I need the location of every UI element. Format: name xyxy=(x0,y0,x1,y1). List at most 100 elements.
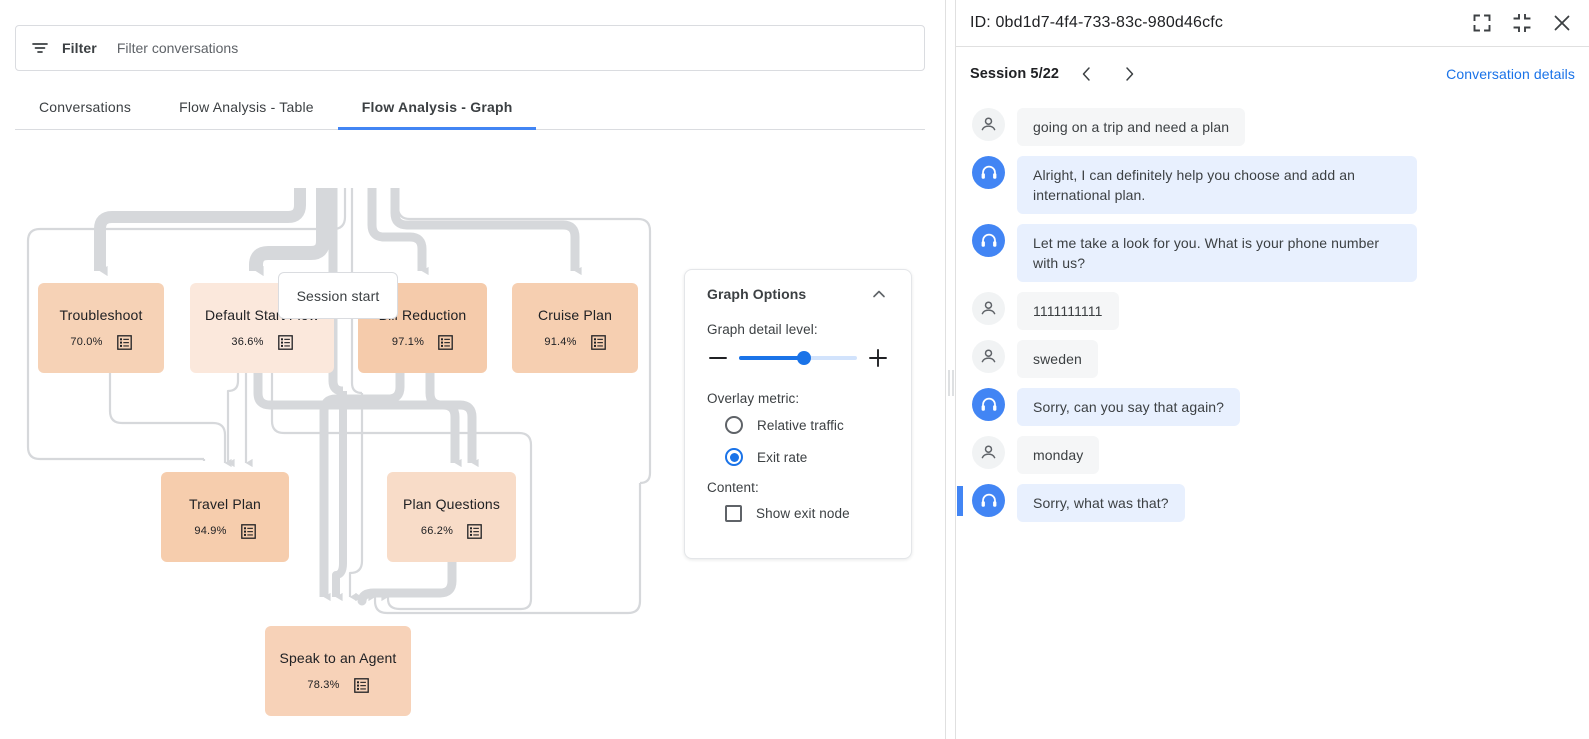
agent-avatar-icon xyxy=(972,224,1005,257)
agent-avatar-icon xyxy=(972,484,1005,517)
message-row-highlighted: Sorry, what was that? xyxy=(956,484,1589,522)
node-title: Speak to an Agent xyxy=(280,650,397,666)
expand-icon[interactable] xyxy=(1469,10,1495,36)
node-details-icon[interactable] xyxy=(117,335,132,350)
node-meta: 36.6% xyxy=(231,335,292,350)
minus-icon[interactable] xyxy=(707,347,729,369)
tab-bar: Conversations Flow Analysis - Table Flow… xyxy=(15,88,925,130)
graph-node-plan-questions[interactable]: Plan Questions 66.2% xyxy=(387,472,516,562)
flow-analysis-page: Filter Conversations Flow Analysis - Tab… xyxy=(0,0,1589,739)
node-exit-rate: 97.1% xyxy=(392,336,424,348)
agent-avatar-icon xyxy=(972,388,1005,421)
collapse-icon[interactable] xyxy=(1509,10,1535,36)
node-details-icon[interactable] xyxy=(278,335,293,350)
radio-exit-rate[interactable]: Exit rate xyxy=(725,448,889,466)
overlay-metric-label: Overlay metric: xyxy=(707,391,889,406)
node-meta: 66.2% xyxy=(421,524,482,539)
content-label: Content: xyxy=(707,480,889,495)
filter-bar[interactable]: Filter xyxy=(15,25,925,71)
node-meta: 91.4% xyxy=(544,335,605,350)
filter-label: Filter xyxy=(62,40,97,56)
radio-icon xyxy=(725,448,743,466)
detail-level-control xyxy=(707,347,889,369)
node-title: Cruise Plan xyxy=(538,307,612,323)
node-meta: 78.3% xyxy=(307,678,368,693)
close-icon[interactable] xyxy=(1549,10,1575,36)
message-list: going on a trip and need a plan Alright,… xyxy=(956,100,1589,522)
conversation-details-link[interactable]: Conversation details xyxy=(1446,66,1575,82)
node-exit-rate: 36.6% xyxy=(231,336,263,348)
radio-label: Relative traffic xyxy=(757,418,844,433)
tab-flow-analysis-table[interactable]: Flow Analysis - Table xyxy=(155,88,338,130)
graph-node-travel-plan[interactable]: Travel Plan 94.9% xyxy=(161,472,289,562)
detail-level-slider[interactable] xyxy=(739,356,857,360)
checkbox-show-exit-node[interactable]: Show exit node xyxy=(725,505,889,522)
checkbox-label: Show exit node xyxy=(756,506,850,521)
message-bubble: 1111111111 xyxy=(1017,292,1119,330)
radio-relative-traffic[interactable]: Relative traffic xyxy=(725,416,889,434)
user-avatar-icon xyxy=(972,292,1005,325)
graph-canvas[interactable]: Session start Troubleshoot 70.0% xyxy=(0,131,945,739)
chevron-left-icon[interactable] xyxy=(1073,60,1101,88)
node-title: Troubleshoot xyxy=(60,307,143,323)
graph-node-speak-to-an-agent[interactable]: Speak to an Agent 78.3% xyxy=(265,626,411,716)
message-bubble: monday xyxy=(1017,436,1099,474)
radio-label: Exit rate xyxy=(757,450,807,465)
graph-node-troubleshoot[interactable]: Troubleshoot 70.0% xyxy=(38,283,164,373)
node-title: Travel Plan xyxy=(189,496,261,512)
graph-node-session-start[interactable]: Session start xyxy=(278,272,398,319)
splitter-grip-icon[interactable] xyxy=(947,370,954,396)
node-meta: 70.0% xyxy=(70,335,131,350)
message-bubble: Let me take a look for you. What is your… xyxy=(1017,224,1417,282)
conversation-header: ID: 0bd1d7-4f4-733-83c-980d46cfc xyxy=(956,0,1589,47)
node-exit-rate: 70.0% xyxy=(70,336,102,348)
pane-splitter[interactable] xyxy=(945,0,956,739)
left-pane: Filter Conversations Flow Analysis - Tab… xyxy=(0,0,945,739)
filter-input[interactable] xyxy=(115,26,910,70)
node-exit-rate: 94.9% xyxy=(194,525,226,537)
message-row: going on a trip and need a plan xyxy=(956,108,1589,146)
user-avatar-icon xyxy=(972,340,1005,373)
message-row: Let me take a look for you. What is your… xyxy=(956,224,1589,282)
message-row: sweden xyxy=(956,340,1589,378)
filter-list-icon xyxy=(30,38,50,58)
conversation-id: ID: 0bd1d7-4f4-733-83c-980d46cfc xyxy=(970,14,1455,32)
graph-node-cruise-plan[interactable]: Cruise Plan 91.4% xyxy=(512,283,638,373)
node-meta: 97.1% xyxy=(392,335,453,350)
node-details-icon[interactable] xyxy=(241,524,256,539)
message-bubble: going on a trip and need a plan xyxy=(1017,108,1245,146)
conversation-pane: ID: 0bd1d7-4f4-733-83c-980d46cfc xyxy=(956,0,1589,739)
node-details-icon[interactable] xyxy=(591,335,606,350)
tab-flow-analysis-graph[interactable]: Flow Analysis - Graph xyxy=(338,88,537,130)
node-exit-rate: 91.4% xyxy=(544,336,576,348)
chevron-up-icon[interactable] xyxy=(869,284,889,304)
node-meta: 94.9% xyxy=(194,524,255,539)
detail-level-label: Graph detail level: xyxy=(707,322,889,337)
agent-avatar-icon xyxy=(972,156,1005,189)
node-details-icon[interactable] xyxy=(438,335,453,350)
slider-thumb[interactable] xyxy=(797,351,811,365)
user-avatar-icon xyxy=(972,436,1005,469)
overlay-metric-group: Relative traffic Exit rate xyxy=(707,416,889,466)
message-bubble: Sorry, what was that? xyxy=(1017,484,1185,522)
checkbox-icon xyxy=(725,505,742,522)
message-row: 1111111111 xyxy=(956,292,1589,330)
graph-options-header: Graph Options xyxy=(707,284,889,304)
graph-options-title: Graph Options xyxy=(707,286,806,302)
user-avatar-icon xyxy=(972,108,1005,141)
message-bubble: Sorry, can you say that again? xyxy=(1017,388,1240,426)
node-exit-rate: 66.2% xyxy=(421,525,453,537)
session-counter: Session 5/22 xyxy=(970,66,1059,82)
plus-icon[interactable] xyxy=(867,347,889,369)
chevron-right-icon[interactable] xyxy=(1115,60,1143,88)
message-row: Alright, I can definitely help you choos… xyxy=(956,156,1589,214)
message-bubble: Alright, I can definitely help you choos… xyxy=(1017,156,1417,214)
node-details-icon[interactable] xyxy=(354,678,369,693)
session-navigation-bar: Session 5/22 Conversation details xyxy=(956,47,1589,100)
radio-icon xyxy=(725,416,743,434)
node-details-icon[interactable] xyxy=(467,524,482,539)
graph-options-panel: Graph Options Graph detail level: xyxy=(684,269,912,559)
message-row: Sorry, can you say that again? xyxy=(956,388,1589,426)
tab-conversations[interactable]: Conversations xyxy=(15,88,155,130)
slider-fill xyxy=(739,356,804,360)
